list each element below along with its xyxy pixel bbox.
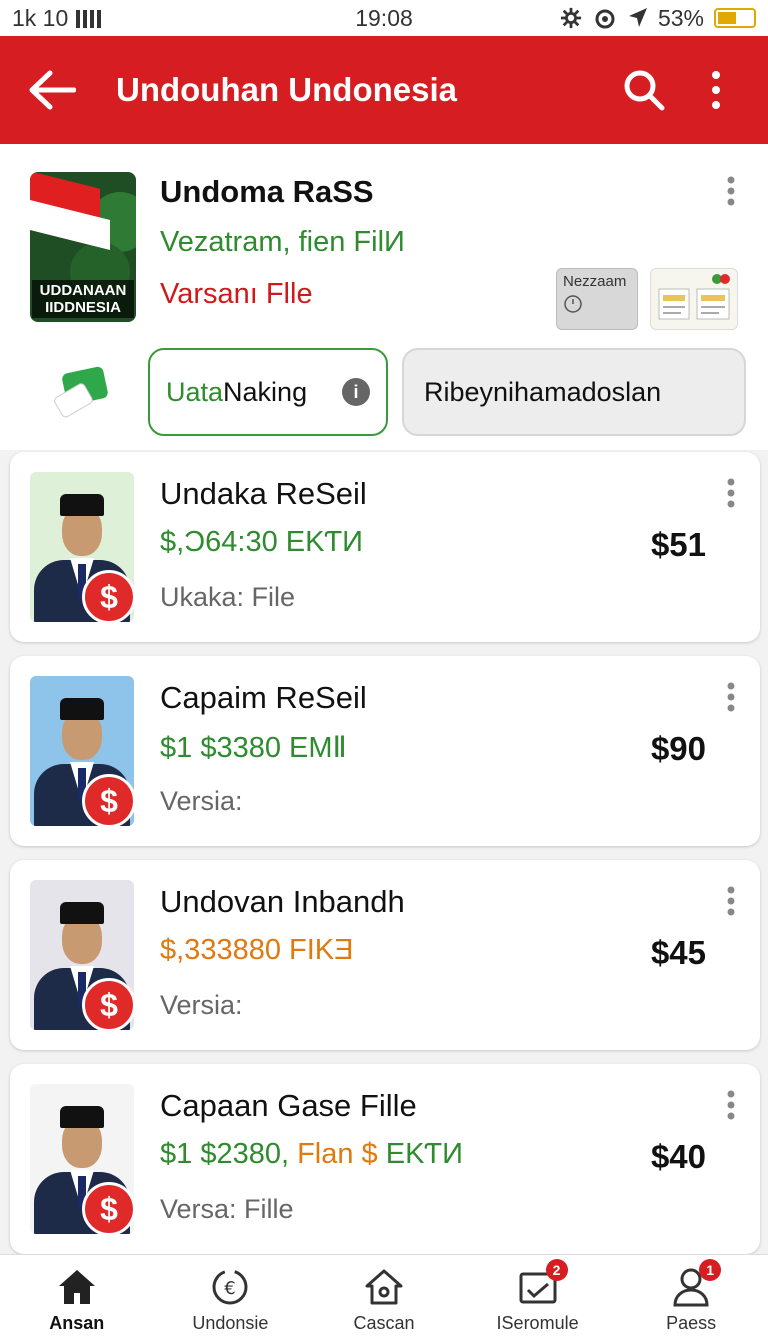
- chip-label: Naking: [223, 376, 308, 407]
- hero-thumbnail[interactable]: UDDANAAN IIDDNESIA: [30, 172, 136, 322]
- sync-icon: €: [208, 1265, 252, 1309]
- info-icon[interactable]: i: [342, 378, 370, 406]
- settings-icon: [560, 7, 582, 29]
- file-tag-icon[interactable]: [54, 366, 110, 418]
- document-icon: [658, 274, 730, 320]
- svg-text:€: €: [225, 1278, 236, 1299]
- nav-label: Ansan: [49, 1313, 105, 1333]
- item-more-button[interactable]: [718, 682, 744, 712]
- nav-item-ansan[interactable]: Ansan: [0, 1255, 154, 1344]
- item-price: $90: [650, 730, 706, 767]
- chip-ribeynihamadoslan[interactable]: Ribeynihamadoslan: [402, 348, 746, 436]
- notification-badge: 2: [545, 1259, 568, 1281]
- overflow-menu-button[interactable]: [688, 62, 744, 118]
- nav-label: ISeromule: [496, 1313, 579, 1333]
- page-title: Undouhan Undonesia: [116, 71, 457, 108]
- search-icon: [624, 70, 665, 111]
- item-price: $51: [650, 526, 706, 563]
- mini-card-label: Nezzaam: [563, 273, 627, 290]
- home-icon: [55, 1265, 99, 1309]
- nav-label: Cascan: [353, 1313, 415, 1333]
- item-version: Versia:: [160, 786, 243, 816]
- signal-icon: [76, 8, 102, 28]
- house-outline-icon: [362, 1265, 406, 1309]
- notification-badge: 1: [699, 1259, 722, 1281]
- hero-version: Varsanı Flle: [160, 278, 313, 310]
- back-button[interactable]: [24, 62, 80, 118]
- item-name: Undaka ReSeil: [160, 476, 367, 511]
- more-vert-icon: [712, 71, 720, 109]
- more-vert-icon: [727, 176, 735, 206]
- dollar-icon: $: [82, 570, 136, 624]
- meta-part: EKƬИ: [377, 1138, 463, 1170]
- item-version: Versa: Fille: [160, 1194, 294, 1224]
- inbox-icon: 2: [516, 1259, 568, 1309]
- nav-label: Paess: [666, 1313, 717, 1333]
- chip-label: Ribeynihamadoslan: [424, 376, 662, 407]
- meta-part: $1 $2380,: [160, 1138, 290, 1170]
- item-meta: $,333880 FIKƎ: [160, 934, 354, 966]
- more-vert-icon: [727, 1090, 735, 1120]
- caption-line: IIDDNESIA: [45, 299, 121, 316]
- item-more-button[interactable]: [718, 478, 744, 508]
- header-panel: UDDANAAN IIDDNESIA Undoma RaSS Vezatram,…: [0, 144, 768, 450]
- more-vert-icon: [727, 682, 735, 712]
- more-vert-icon: [727, 886, 735, 916]
- dollar-icon: $: [82, 1182, 136, 1236]
- item-price: $45: [650, 934, 706, 971]
- hero-more-button[interactable]: [718, 176, 744, 206]
- list-item[interactable]: $ Undovan Inbandh $,333880 FIKƎ Versia: …: [10, 860, 760, 1050]
- dollar-icon: $: [82, 774, 136, 828]
- item-more-button[interactable]: [718, 1090, 744, 1120]
- meta-part: Flan $: [289, 1138, 378, 1170]
- item-version: Versia:: [160, 990, 243, 1020]
- nav-label: Undonsie: [192, 1313, 269, 1333]
- location-icon: [628, 8, 647, 27]
- search-button[interactable]: [616, 62, 672, 118]
- list-item[interactable]: $ Undaka ReSeil $,Ɔ64:30 EKƬИ Ukaka: Fil…: [10, 452, 760, 642]
- hero-subtitle: Vezatram, fien FilИ: [160, 226, 405, 258]
- item-name: Capaan Gase Fille: [160, 1088, 417, 1123]
- chip-uata-naking[interactable]: Uata Naking i: [148, 348, 388, 436]
- item-version: Ukaka: File: [160, 582, 296, 612]
- item-meta: $1 $2380, Flan $ EKƬИ: [160, 1138, 463, 1171]
- dollar-icon: $: [82, 978, 136, 1032]
- list-item[interactable]: $ Capaim ReSeil $1 $3380 EMⅡ Versia: $90: [10, 656, 760, 846]
- mini-card-gray[interactable]: Nezzaam: [556, 268, 638, 330]
- nav-item-cascan[interactable]: Cascan: [307, 1255, 461, 1344]
- nav-item-undonsie[interactable]: € Undonsie: [154, 1255, 308, 1344]
- bottom-navigation: Ansan € Undonsie Cascan 2 ISeromule 1 Pa…: [0, 1254, 768, 1344]
- battery-percent: 53%: [657, 4, 704, 31]
- item-more-button[interactable]: [718, 886, 744, 916]
- more-vert-icon: [727, 478, 735, 508]
- hero-title: Undoma RaSS: [160, 174, 374, 209]
- status-bar: 1k 10 19:08 53%: [0, 0, 768, 36]
- alarm-icon: [595, 9, 615, 29]
- caption-line: UDDANAAN: [39, 282, 127, 299]
- arrow-left-icon: [29, 70, 76, 110]
- item-meta: $1 $3380 EMⅡ: [160, 732, 347, 764]
- battery-icon: [714, 8, 756, 28]
- app-bar: Undouhan Undonesia: [0, 36, 768, 144]
- item-name: Capaim ReSeil: [160, 680, 367, 715]
- item-meta: $,Ɔ64:30 EKƬИ: [160, 526, 363, 558]
- item-name: Undovan Inbandh: [160, 884, 405, 919]
- nav-item-iseromule[interactable]: 2 ISeromule: [461, 1255, 615, 1344]
- list-item[interactable]: $ Capaan Gase Fille $1 $2380, Flan $ EKƬ…: [10, 1064, 760, 1254]
- clock-icon: [564, 295, 582, 313]
- chip-label-green: Uata: [166, 376, 224, 407]
- person-icon: 1: [669, 1259, 722, 1309]
- mini-card-documents[interactable]: [650, 268, 738, 330]
- nav-item-paess[interactable]: 1 Paess: [614, 1255, 768, 1344]
- item-price: $40: [650, 1138, 706, 1175]
- status-left-text: 1k 10: [12, 4, 69, 31]
- thumbnail-caption: UDDANAAN IIDDNESIA: [32, 280, 134, 318]
